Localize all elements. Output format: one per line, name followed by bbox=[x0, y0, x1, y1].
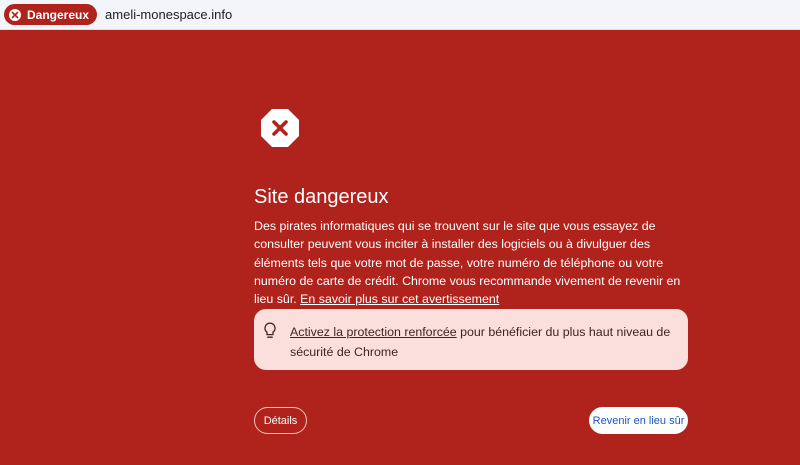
danger-octagon-icon bbox=[261, 109, 299, 147]
security-chip-label: Dangereux bbox=[27, 7, 90, 22]
back-to-safety-button[interactable]: Revenir en lieu sûr bbox=[589, 407, 688, 434]
learn-more-link[interactable]: En savoir plus sur cet avertissement bbox=[300, 292, 499, 306]
page-title: Site dangereux bbox=[254, 186, 389, 208]
close-circle-icon bbox=[9, 8, 21, 21]
enhanced-protection-link[interactable]: Activez la protection renforcée bbox=[290, 325, 457, 339]
url-text[interactable]: ameli-monespace.info bbox=[105, 7, 232, 22]
warning-description: Des pirates informatiques qui se trouven… bbox=[254, 217, 684, 308]
details-button[interactable]: Détails bbox=[254, 407, 307, 434]
address-bar[interactable]: Dangereux ameli-monespace.info bbox=[0, 0, 800, 30]
lightbulb-icon bbox=[264, 322, 276, 338]
enhanced-protection-tip: Activez la protection renforcée pour bén… bbox=[254, 309, 688, 370]
security-chip[interactable]: Dangereux bbox=[4, 4, 98, 25]
tip-text: Activez la protection renforcée pour bén… bbox=[290, 322, 675, 362]
